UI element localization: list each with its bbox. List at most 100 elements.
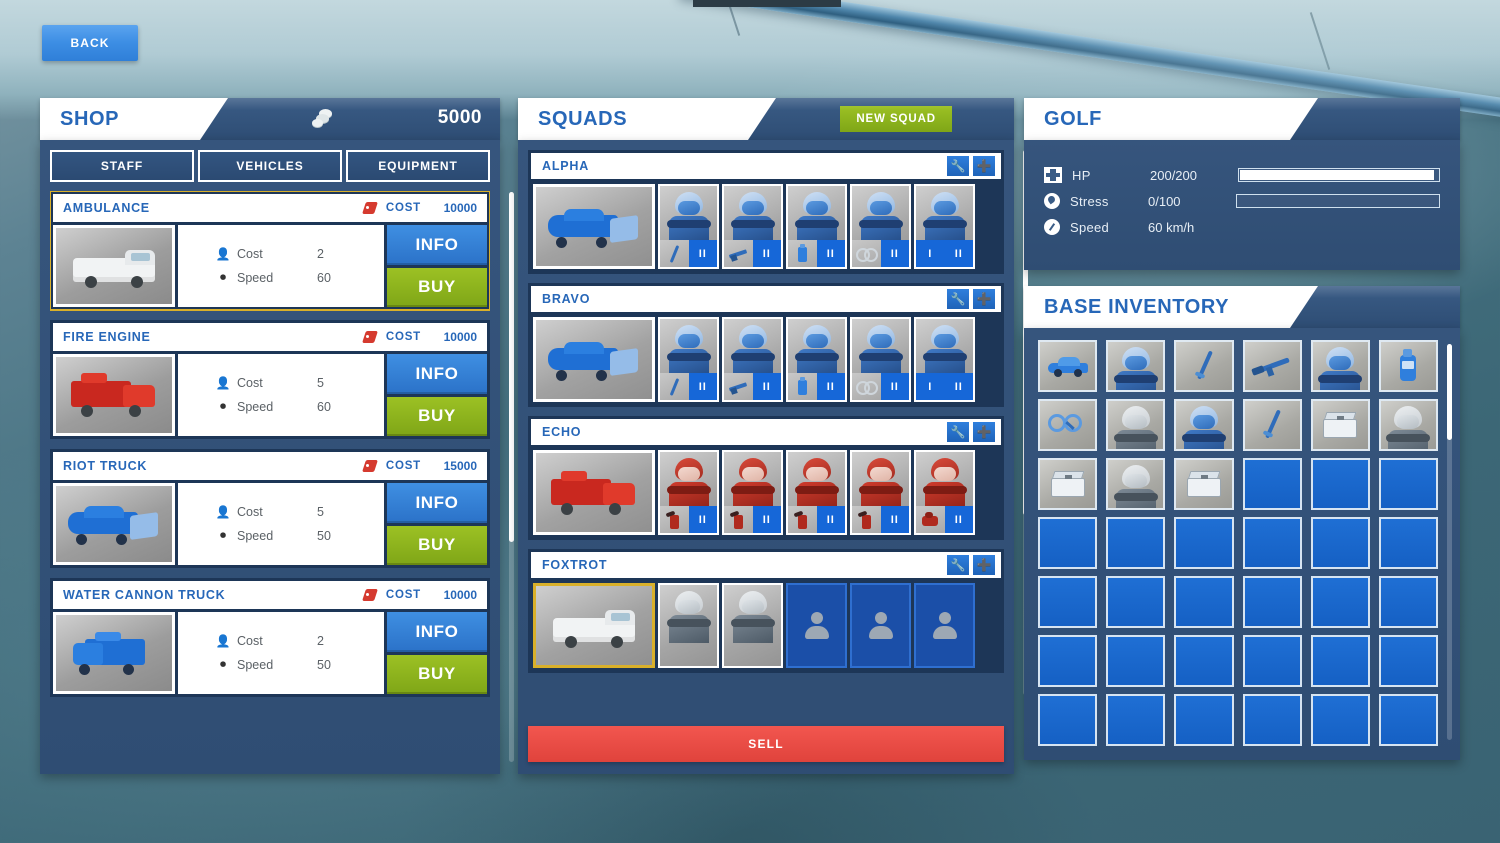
squad-member-slot-empty[interactable]: [914, 583, 975, 668]
inventory-cell-empty[interactable]: [1106, 576, 1166, 628]
inventory-cell-empty[interactable]: [1242, 517, 1302, 569]
inventory-cell-empty[interactable]: [1038, 576, 1098, 628]
inventory-cell-empty[interactable]: [1038, 517, 1098, 569]
plus-icon[interactable]: ➕: [973, 156, 995, 176]
equip-slot-primary[interactable]: I: [916, 373, 945, 400]
inventory-cell-empty[interactable]: [1242, 635, 1302, 687]
inventory-cell-empty[interactable]: [1378, 458, 1438, 510]
buy-button[interactable]: BUY: [387, 654, 487, 694]
squad-member-slot[interactable]: II: [850, 450, 911, 535]
equip-slot-primary[interactable]: [660, 240, 689, 267]
inventory-cell-empty[interactable]: [1174, 576, 1234, 628]
inventory-cell-empty[interactable]: [1242, 458, 1302, 510]
inventory-cell[interactable]: [1106, 458, 1166, 510]
equip-slot-secondary[interactable]: II: [688, 373, 717, 400]
inventory-cell[interactable]: [1378, 340, 1438, 392]
shop-item[interactable]: WATER CANNON TRUCK COST 10000 👤 Cost 2 ⏺ Speed 5…: [50, 578, 490, 697]
squad-member-slot[interactable]: I II: [914, 184, 975, 269]
buy-button[interactable]: BUY: [387, 396, 487, 436]
inventory-cell-empty[interactable]: [1310, 517, 1370, 569]
info-button[interactable]: INFO: [387, 612, 487, 652]
equip-slot-secondary[interactable]: II: [880, 506, 909, 533]
sell-button[interactable]: SELL: [528, 726, 1004, 762]
squad-vehicle-slot[interactable]: [533, 583, 655, 668]
equip-slot-primary[interactable]: [852, 373, 881, 400]
inventory-cell[interactable]: [1038, 399, 1098, 451]
equip-slot-secondary[interactable]: II: [816, 506, 845, 533]
equip-slot-primary[interactable]: [916, 506, 945, 533]
squad-member-slot-empty[interactable]: [786, 583, 847, 668]
equip-slot-primary[interactable]: [724, 240, 753, 267]
equip-slot-secondary[interactable]: II: [944, 506, 973, 533]
wrench-icon[interactable]: 🔧: [947, 422, 969, 442]
equip-slot-primary[interactable]: I: [916, 240, 945, 267]
squad-member-slot[interactable]: II: [658, 184, 719, 269]
inventory-cell-empty[interactable]: [1378, 635, 1438, 687]
squad-member-slot[interactable]: II: [914, 450, 975, 535]
squad-member-slot[interactable]: [722, 583, 783, 668]
plus-icon[interactable]: ➕: [973, 289, 995, 309]
inventory-cell-empty[interactable]: [1378, 694, 1438, 746]
shop-item[interactable]: RIOT TRUCK COST 15000 👤 Cost 5 ⏺ Speed 50 INFO BUY: [50, 449, 490, 568]
squad-member-slot[interactable]: II: [722, 450, 783, 535]
inventory-cell-empty[interactable]: [1378, 576, 1438, 628]
equip-slot-primary[interactable]: [788, 506, 817, 533]
squad-member-slot[interactable]: II: [786, 184, 847, 269]
tab-equipment[interactable]: EQUIPMENT: [346, 150, 490, 182]
inventory-cell[interactable]: [1174, 340, 1234, 392]
inventory-cell[interactable]: [1242, 399, 1302, 451]
squad-member-slot[interactable]: II: [722, 317, 783, 402]
info-button[interactable]: INFO: [387, 225, 487, 265]
inventory-cell[interactable]: [1378, 399, 1438, 451]
inventory-cell-empty[interactable]: [1310, 635, 1370, 687]
inventory-cell-empty[interactable]: [1106, 517, 1166, 569]
squad-member-slot[interactable]: I II: [914, 317, 975, 402]
wrench-icon[interactable]: 🔧: [947, 289, 969, 309]
tab-vehicles[interactable]: VEHICLES: [198, 150, 342, 182]
squad-member-slot[interactable]: II: [658, 450, 719, 535]
inventory-cell[interactable]: [1174, 399, 1234, 451]
inventory-cell-empty[interactable]: [1174, 694, 1234, 746]
inventory-cell-empty[interactable]: [1242, 576, 1302, 628]
shop-scrollbar[interactable]: [509, 192, 514, 762]
inventory-cell-empty[interactable]: [1242, 694, 1302, 746]
inventory-cell-empty[interactable]: [1174, 635, 1234, 687]
shop-item[interactable]: AMBULANCE COST 10000 👤 Cost 2 ⏺ Speed 60 INFO BUY: [50, 191, 490, 311]
inventory-scrollbar[interactable]: [1447, 344, 1452, 740]
plus-icon[interactable]: ➕: [973, 422, 995, 442]
equip-slot-primary[interactable]: [660, 373, 689, 400]
buy-button[interactable]: BUY: [387, 267, 487, 307]
wrench-icon[interactable]: 🔧: [947, 555, 969, 575]
equip-slot-primary[interactable]: [660, 506, 689, 533]
inventory-cell-empty[interactable]: [1310, 694, 1370, 746]
wrench-icon[interactable]: 🔧: [947, 156, 969, 176]
inventory-cell[interactable]: [1106, 399, 1166, 451]
inventory-cell[interactable]: [1174, 458, 1234, 510]
inventory-cell[interactable]: [1310, 340, 1370, 392]
equip-slot-primary[interactable]: [724, 373, 753, 400]
equip-slot-primary[interactable]: [852, 506, 881, 533]
squad-vehicle-slot[interactable]: [533, 317, 655, 402]
equip-slot-secondary[interactable]: II: [880, 373, 909, 400]
inventory-cell[interactable]: [1038, 340, 1098, 392]
squad-member-slot[interactable]: II: [658, 317, 719, 402]
plus-icon[interactable]: ➕: [973, 555, 995, 575]
equip-slot-secondary[interactable]: II: [688, 240, 717, 267]
equip-slot-secondary[interactable]: II: [688, 506, 717, 533]
inventory-cell-empty[interactable]: [1378, 517, 1438, 569]
squad-vehicle-slot[interactable]: [533, 184, 655, 269]
equip-slot-secondary[interactable]: II: [752, 240, 781, 267]
inventory-cell-empty[interactable]: [1106, 635, 1166, 687]
inventory-cell-empty[interactable]: [1038, 635, 1098, 687]
equip-slot-secondary[interactable]: II: [816, 373, 845, 400]
equip-slot-primary[interactable]: [788, 240, 817, 267]
equip-slot-secondary[interactable]: II: [944, 240, 973, 267]
inventory-cell[interactable]: [1242, 340, 1302, 392]
inventory-cell[interactable]: [1106, 340, 1166, 392]
equip-slot-secondary[interactable]: II: [752, 373, 781, 400]
inventory-cell[interactable]: [1310, 399, 1370, 451]
inventory-cell-empty[interactable]: [1310, 458, 1370, 510]
inventory-cell-empty[interactable]: [1174, 517, 1234, 569]
inventory-cell[interactable]: [1038, 458, 1098, 510]
equip-slot-secondary[interactable]: II: [752, 506, 781, 533]
